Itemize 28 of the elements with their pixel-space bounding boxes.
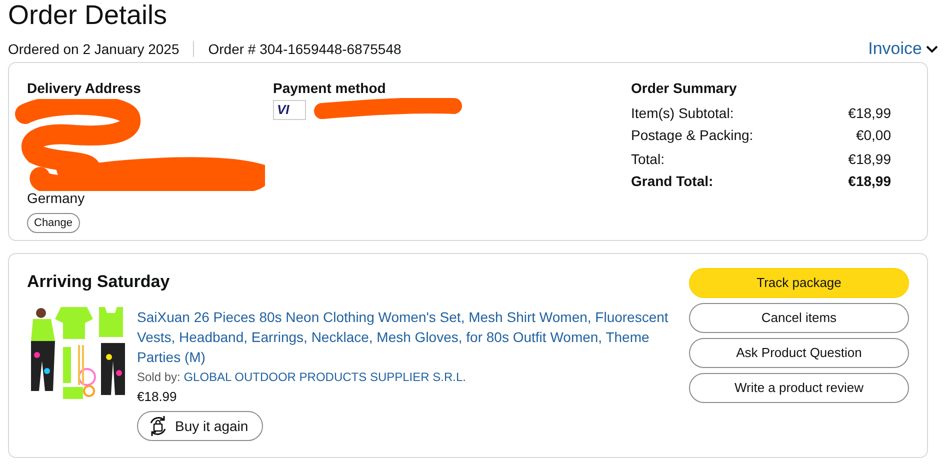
invoice-link[interactable]: Invoice (868, 36, 938, 62)
address-country: Germany (27, 189, 85, 207)
product-title-link[interactable]: SaiXuan 26 Pieces 80s Neon Clothing Women's Set, Mesh Shirt Women, Fluorescent Vests, Headband, Earrings, Necklace, Mesh Gloves, for 80s Outfit Women, Theme Parties (M) (137, 307, 671, 367)
summary-label: Postage & Packing: (631, 126, 754, 144)
page-title: Order Details (8, 0, 168, 30)
order-number: Order # 304-1659448-6875548 (208, 40, 402, 58)
summary-label: Total: (631, 150, 664, 168)
summary-label: Grand Total: (631, 172, 714, 190)
shipment-heading: Arriving Saturday (27, 271, 170, 293)
chevron-down-icon (926, 45, 938, 53)
section-heading: Order Summary (631, 79, 737, 97)
action-button[interactable]: Ask Product Question (689, 338, 909, 368)
action-button[interactable]: Cancel items (689, 303, 909, 333)
card-logo: VI (273, 100, 306, 120)
summary-value: €0,00 (856, 126, 891, 144)
section-heading: Payment method (273, 79, 386, 97)
action-button[interactable]: Write a product review (689, 373, 909, 403)
product-price: €18.99 (137, 388, 177, 406)
order-date: Ordered on 2 January 2025 (8, 40, 180, 59)
summary-value: €18,99 (848, 150, 891, 168)
sold-by-text: Sold by: GLOBAL OUTDOOR PRODUCTS SUPPLIER S.R.L. (137, 369, 466, 385)
section-heading: Delivery Address (27, 79, 141, 97)
buy-again-button[interactable]: Buy it again (137, 411, 264, 441)
summary-value: €18,99 (848, 104, 891, 122)
summary-value: €18,99 (848, 172, 891, 190)
summary-label: Item(s) Subtotal: (631, 104, 734, 122)
change-button[interactable]: Change (27, 213, 80, 233)
track-package-button[interactable]: Track package (689, 268, 909, 298)
